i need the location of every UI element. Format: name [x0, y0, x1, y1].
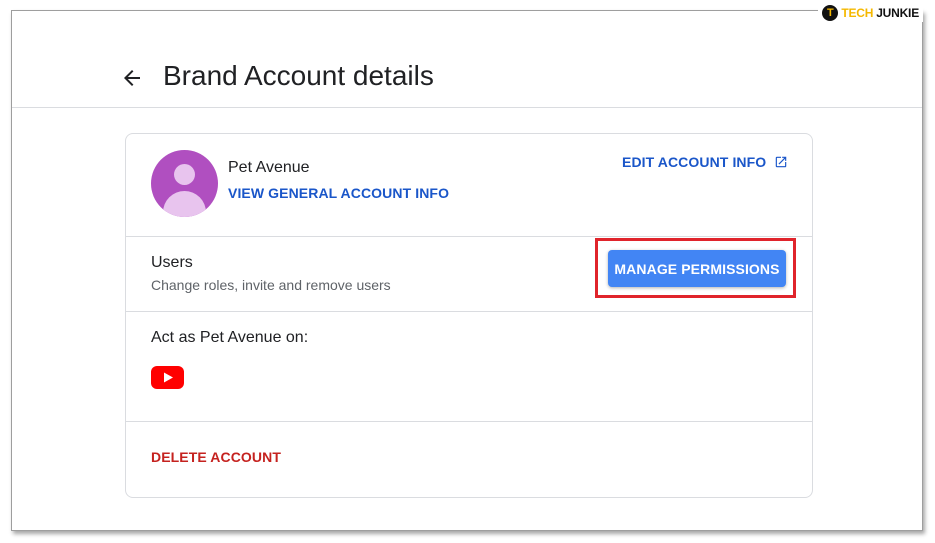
avatar-body — [163, 191, 206, 217]
delete-section: DELETE ACCOUNT — [126, 422, 812, 497]
avatar-head — [174, 164, 195, 185]
open-in-new-icon[interactable] — [774, 155, 788, 169]
youtube-icon[interactable] — [151, 366, 184, 389]
manage-permissions-button[interactable]: MANAGE PERMISSIONS — [608, 250, 786, 287]
account-card: Pet Avenue VIEW GENERAL ACCOUNT INFO EDI… — [125, 133, 813, 498]
watermark-brand-tech: TECH — [841, 6, 874, 20]
techjunkie-logo-icon: T — [822, 5, 839, 21]
page-header: Brand Account details — [12, 11, 922, 108]
view-general-account-info-link[interactable]: VIEW GENERAL ACCOUNT INFO — [228, 185, 449, 201]
person-avatar-icon — [151, 150, 218, 217]
edit-account-info-label[interactable]: EDIT ACCOUNT INFO — [622, 154, 766, 170]
delete-account-link[interactable]: DELETE ACCOUNT — [151, 449, 281, 465]
account-section: Pet Avenue VIEW GENERAL ACCOUNT INFO EDI… — [126, 134, 812, 237]
screenshot-frame: Brand Account details Pet Avenue VIEW GE… — [11, 10, 923, 531]
account-name: Pet Avenue — [228, 159, 310, 176]
users-title: Users — [151, 254, 193, 271]
watermark-brand-junkie: JUNKIE — [876, 6, 919, 20]
users-section: Users Change roles, invite and remove us… — [126, 237, 812, 312]
page-title: Brand Account details — [163, 60, 434, 91]
techjunkie-watermark: T TECH JUNKIE — [818, 4, 923, 22]
users-subtitle: Change roles, invite and remove users — [151, 277, 391, 293]
act-as-section: Act as Pet Avenue on: — [126, 312, 812, 422]
arrow-left-icon[interactable] — [120, 66, 144, 90]
edit-account-info-link[interactable]: EDIT ACCOUNT INFO — [622, 154, 788, 170]
act-as-title: Act as Pet Avenue on: — [151, 329, 309, 346]
